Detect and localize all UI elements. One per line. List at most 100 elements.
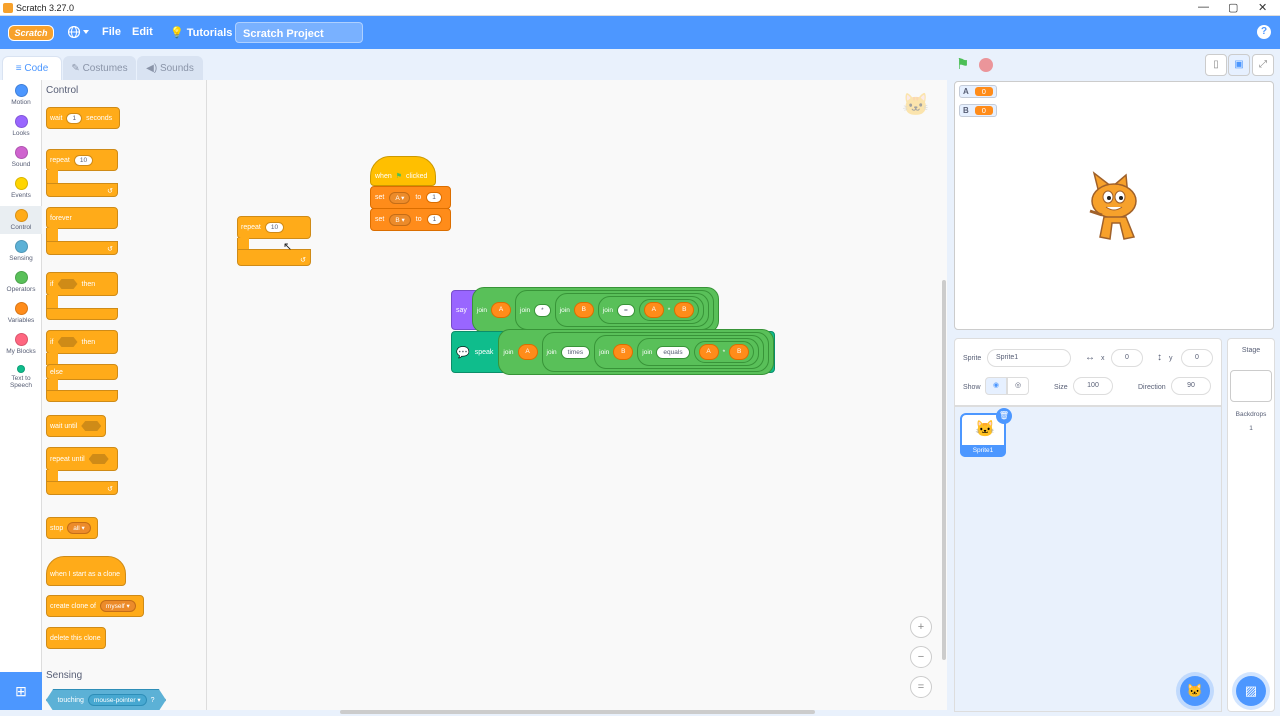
repeat-until-block[interactable]: repeat until xyxy=(46,447,118,471)
delete-clone-block[interactable]: delete this clone xyxy=(46,627,106,649)
set-variable-block[interactable]: set B ▾ to 1 xyxy=(370,208,451,231)
category-variables[interactable]: Variables xyxy=(0,302,42,324)
join-reporter[interactable]: join * join B join = A * B xyxy=(515,290,715,330)
script-area[interactable]: 🐱 repeat 10 ↺ when ⚑ clicked set A ▾ to … xyxy=(207,80,947,710)
language-globe-icon[interactable] xyxy=(67,25,90,41)
category-operators[interactable]: Operators xyxy=(0,271,42,293)
category-events[interactable]: Events xyxy=(0,177,42,199)
variable-reporter[interactable]: A xyxy=(643,302,664,318)
repeat-block[interactable]: repeat 10 xyxy=(46,149,118,171)
variable-dropdown[interactable]: A ▾ xyxy=(389,191,411,204)
join-reporter[interactable]: join times join B join equals A * B xyxy=(541,332,770,372)
wait-until-block[interactable]: wait until xyxy=(46,415,106,437)
category-sound[interactable]: Sound xyxy=(0,146,42,168)
touching-block[interactable]: touching mouse-pointer ▾ ? xyxy=(46,689,166,710)
join-reporter[interactable]: join equals A * B xyxy=(637,338,760,366)
category-my-blocks[interactable]: My Blocks xyxy=(0,333,42,355)
variable-reporter[interactable]: A xyxy=(491,302,512,318)
scratch-logo[interactable]: Scratch xyxy=(8,25,54,41)
say-block[interactable]: say join A join * join B join = A * B xyxy=(451,287,720,333)
boolean-slot[interactable] xyxy=(81,421,102,431)
vertical-scrollbar[interactable] xyxy=(942,280,946,660)
variable-reporter[interactable]: B xyxy=(729,344,750,360)
if-then-block[interactable]: if then xyxy=(46,272,118,296)
stop-block[interactable]: stop all ▾ xyxy=(46,517,98,539)
when-flag-clicked-block[interactable]: when ⚑ clicked xyxy=(370,156,436,186)
hide-eye-icon[interactable]: ◎ xyxy=(1007,377,1029,395)
stop-sign-icon[interactable] xyxy=(979,58,993,72)
repeat-input[interactable]: 10 xyxy=(73,154,94,166)
cat-sprite[interactable] xyxy=(1080,167,1148,248)
zoom-out-button[interactable]: − xyxy=(910,646,932,668)
add-extension-button[interactable]: ⊞ xyxy=(0,672,42,710)
x-position-input[interactable]: 0 xyxy=(1111,349,1143,367)
horizontal-scrollbar[interactable] xyxy=(340,710,815,714)
join-reporter[interactable]: join = A * B xyxy=(597,296,705,324)
close-button[interactable]: ✕ xyxy=(1258,1,1267,14)
multiply-reporter[interactable]: A * B xyxy=(638,299,700,321)
maximize-button[interactable]: ▢ xyxy=(1228,1,1238,14)
green-flag-icon[interactable]: ⚑ xyxy=(956,55,969,73)
fullscreen-icon[interactable]: ⤢ xyxy=(1252,54,1274,76)
normal-stage-icon[interactable]: ▣ xyxy=(1228,54,1250,76)
variable-reporter[interactable]: B xyxy=(573,302,594,318)
string-input[interactable]: * xyxy=(534,303,551,317)
value-input[interactable]: 1 xyxy=(426,192,442,203)
category-looks[interactable]: Looks xyxy=(0,115,42,137)
category-control[interactable]: Control xyxy=(0,206,42,234)
string-input[interactable]: = xyxy=(616,303,635,317)
loose-repeat-block[interactable]: repeat 10 xyxy=(237,216,311,239)
delete-sprite-trash-icon[interactable]: 🗑 xyxy=(996,408,1012,424)
choose-backdrop-button[interactable]: ▨ xyxy=(1236,676,1266,706)
sprite-name-input[interactable]: Sprite1 xyxy=(987,349,1071,367)
if-then-else-block[interactable]: if then xyxy=(46,330,118,354)
zoom-reset-button[interactable]: = xyxy=(910,676,932,698)
multiply-reporter[interactable]: A * B xyxy=(693,341,755,363)
boolean-slot[interactable] xyxy=(57,279,78,289)
variable-reporter[interactable]: A xyxy=(517,344,538,360)
string-input[interactable]: times xyxy=(560,345,591,359)
forever-block[interactable]: forever xyxy=(46,207,118,229)
join-reporter[interactable]: join A join * join B join = A * B xyxy=(471,287,720,333)
tab-costumes[interactable]: ✎ Costumes xyxy=(63,56,136,81)
boolean-slot[interactable] xyxy=(57,337,78,347)
tutorials-menu[interactable]: 💡 Tutorials xyxy=(170,26,232,39)
create-clone-block[interactable]: create clone of myself ▾ xyxy=(46,595,144,617)
help-icon[interactable]: ? xyxy=(1257,25,1271,39)
file-menu[interactable]: File xyxy=(102,26,121,38)
category-text-to-speech[interactable]: Text to Speech xyxy=(0,365,42,389)
project-title-input[interactable]: Scratch Project xyxy=(235,22,363,43)
join-reporter[interactable]: join A join times join B join equals A *… xyxy=(498,329,775,375)
size-input[interactable]: 100 xyxy=(1073,377,1113,395)
tab-code[interactable]: ≡ Code xyxy=(2,56,62,81)
category-sensing[interactable]: Sensing xyxy=(0,240,42,262)
variable-reporter[interactable]: A xyxy=(698,344,719,360)
string-input[interactable]: equals xyxy=(656,345,690,359)
wait-seconds-block[interactable]: wait 1 seconds xyxy=(46,107,120,129)
variable-reporter[interactable]: B xyxy=(613,344,634,360)
stage-canvas[interactable]: A 0 B 0 xyxy=(954,81,1274,330)
speak-block[interactable]: 💬 speak join A join times join B join eq… xyxy=(451,329,775,375)
y-position-input[interactable]: 0 xyxy=(1181,349,1213,367)
minimize-button[interactable]: — xyxy=(1198,1,1209,13)
when-clone-hat-block[interactable]: when I start as a clone xyxy=(46,556,126,586)
join-reporter[interactable]: join B join equals A * B xyxy=(594,335,765,369)
sprite-tile[interactable]: 🐱 Sprite1 🗑 xyxy=(960,408,1012,457)
join-reporter[interactable]: join B join = A * B xyxy=(554,293,710,327)
touching-dropdown[interactable]: mouse-pointer ▾ xyxy=(87,694,147,706)
variable-dropdown[interactable]: B ▾ xyxy=(389,213,411,226)
tab-sounds[interactable]: ◀) Sounds xyxy=(137,56,203,81)
show-visible-eye-icon[interactable]: ◉ xyxy=(985,377,1007,395)
boolean-slot[interactable] xyxy=(88,454,109,464)
choose-sprite-button[interactable]: 🐱 xyxy=(1180,676,1210,706)
stop-dropdown[interactable]: all ▾ xyxy=(67,522,91,534)
repeat-input[interactable]: 10 xyxy=(264,222,285,233)
small-stage-icon[interactable]: ▯ xyxy=(1205,54,1227,76)
category-motion[interactable]: Motion xyxy=(0,84,42,106)
stage-selector-panel[interactable]: Stage Backdrops 1 xyxy=(1227,338,1275,712)
backdrop-thumbnail[interactable] xyxy=(1230,370,1272,402)
value-input[interactable]: 1 xyxy=(426,214,443,225)
zoom-in-button[interactable]: + xyxy=(910,616,932,638)
variable-reporter[interactable]: B xyxy=(674,302,695,318)
set-variable-block[interactable]: set A ▾ to 1 xyxy=(370,186,451,209)
